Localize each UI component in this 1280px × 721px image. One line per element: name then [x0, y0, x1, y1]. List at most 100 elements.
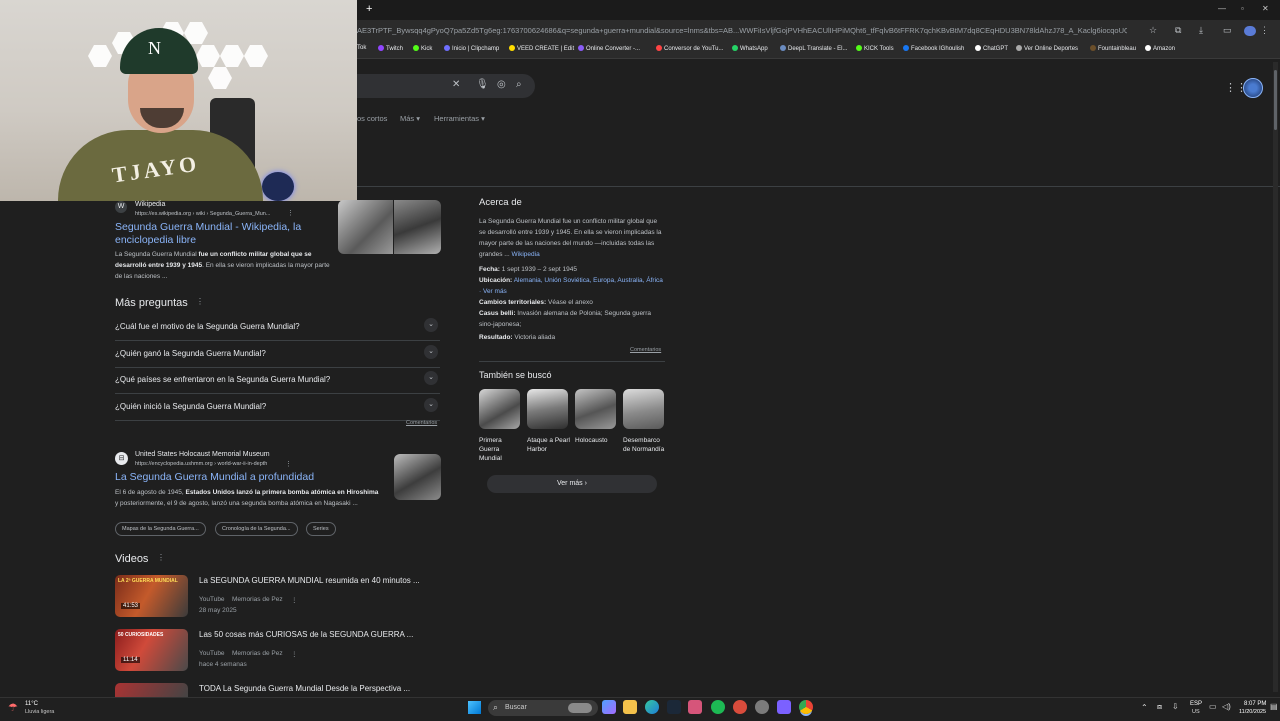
steam-icon[interactable]	[667, 700, 681, 714]
menu-icon[interactable]: ⋮	[1260, 25, 1269, 36]
settings-icon[interactable]	[755, 700, 769, 714]
profile-avatar[interactable]	[1244, 26, 1256, 36]
download-icon[interactable]: ⤓	[1199, 25, 1203, 36]
also-searched-label[interactable]: Primera Guerra Mundial	[479, 436, 523, 463]
bookmark-item[interactable]: Tok	[357, 45, 366, 51]
discord-icon[interactable]	[777, 700, 791, 714]
language-indicator[interactable]: ESP	[1190, 701, 1202, 707]
also-searched-label[interactable]: Desembarco de Normandía	[623, 436, 667, 454]
related-chip[interactable]: Mapas de la Segunda Guerra...	[115, 522, 206, 536]
tab-short-videos[interactable]: os cortos	[357, 114, 387, 123]
paa-question[interactable]: ¿Quién ganó la Segunda Guerra Mundial? ⌄	[115, 341, 440, 368]
bookmark-item[interactable]: Twitch	[378, 45, 403, 52]
result-url[interactable]: https://encyclopedia.ushmm.org › world-w…	[135, 461, 267, 467]
video-title-link[interactable]: TODA La Segunda Guerra Mundial Desde la …	[199, 684, 410, 693]
kp-feedback-link[interactable]: Comentarios	[630, 347, 661, 353]
more-options-icon[interactable]: ⋮	[291, 596, 298, 604]
tab-more[interactable]: Más ▾	[400, 114, 420, 123]
paa-feedback-link[interactable]: Comentarios	[406, 420, 437, 426]
chevron-down-icon[interactable]: ⌄	[424, 318, 438, 332]
video-title-link[interactable]: Las 50 cosas más CURIOSAS de la SEGUNDA …	[199, 630, 413, 639]
bookmark-item[interactable]: Amazon	[1145, 45, 1175, 52]
also-searched-label[interactable]: Holocausto	[575, 436, 619, 445]
video-thumbnail[interactable]: LA 2ª GUERRA MUNDIAL 41:53	[115, 575, 188, 617]
windows-start-icon[interactable]	[468, 701, 481, 714]
chevron-down-icon[interactable]: ⌄	[424, 398, 438, 412]
bookmark-item[interactable]: Inicio | Clipchamp	[444, 45, 499, 52]
also-searched-image[interactable]	[527, 389, 568, 429]
result-title-link[interactable]: Segunda Guerra Mundial - Wikipedia, la e…	[115, 221, 325, 247]
result-image[interactable]	[338, 200, 441, 254]
network-icon[interactable]: ▭	[1209, 702, 1217, 711]
also-searched-label[interactable]: Ataque a Pearl Harbor	[527, 436, 571, 454]
weather-icon[interactable]: ☂	[8, 701, 18, 714]
clear-icon[interactable]: ✕	[452, 79, 460, 90]
kp-source-link[interactable]: Wikipedia	[512, 251, 540, 258]
bookmark-item[interactable]: Fountainbleau	[1090, 45, 1136, 52]
file-explorer-icon[interactable]	[623, 700, 637, 714]
microphone-icon[interactable]: 🎙	[476, 79, 489, 90]
sidebar-icon[interactable]: ▭	[1223, 25, 1232, 36]
chevron-up-icon[interactable]: ⌃	[1141, 703, 1148, 712]
scrollbar-thumb[interactable]	[1274, 70, 1277, 130]
video-thumbnail[interactable]: 50 CURIOSIDADES 11:14	[115, 629, 188, 671]
clock-date[interactable]: 11/20/2025	[1239, 709, 1266, 715]
scrollbar[interactable]	[1273, 62, 1278, 692]
paa-question[interactable]: ¿Qué países se enfrentaron en la Segunda…	[115, 367, 440, 394]
bookmark-item[interactable]: DeepL Translate - El...	[780, 45, 847, 52]
edge-icon[interactable]	[645, 700, 659, 714]
result-image[interactable]	[394, 454, 441, 500]
about-icon[interactable]: ⋮	[196, 297, 204, 306]
extensions-icon[interactable]: ⧉	[1175, 25, 1181, 36]
more-options-icon[interactable]: ⋮	[285, 460, 292, 468]
about-icon[interactable]: ⋮	[157, 553, 165, 562]
bookmark-item[interactable]: Ver Online Deportes	[1016, 45, 1078, 52]
chevron-down-icon[interactable]: ⌄	[424, 345, 438, 359]
paa-question[interactable]: ¿Quién inició la Segunda Guerra Mundial?…	[115, 394, 440, 421]
bookmark-item[interactable]: WhatsApp	[732, 45, 768, 52]
minimize-button[interactable]: —	[1218, 4, 1226, 13]
volume-icon[interactable]: ◁)	[1222, 702, 1231, 711]
chrome-icon[interactable]	[799, 700, 813, 714]
kp-fact-link[interactable]: Victoria aliada	[514, 334, 555, 341]
notification-icon[interactable]: ▤	[1270, 702, 1278, 711]
close-window-button[interactable]: ✕	[1262, 4, 1269, 13]
new-tab-button[interactable]: +	[366, 3, 372, 15]
tab-tools[interactable]: Herramientas ▾	[434, 114, 485, 123]
bookmark-item[interactable]: Facebook IGhoulish	[903, 45, 964, 52]
url-field[interactable]: AE3TrPTF_Bywsqq4gPyoQ7pa5Zd5Tg6eg:176370…	[357, 24, 1127, 38]
paa-question[interactable]: ¿Cuál fue el motivo de la Segunda Guerra…	[115, 314, 440, 341]
account-avatar[interactable]	[1243, 78, 1263, 98]
bookmark-item[interactable]: Kick	[413, 45, 432, 52]
bookmark-item[interactable]: ChatGPT	[975, 45, 1008, 52]
clock-time[interactable]: 8:07 PM	[1244, 701, 1266, 707]
bookmark-item[interactable]: Online Converter -...	[578, 45, 640, 52]
lens-icon[interactable]: ◎	[497, 79, 506, 90]
video-title-link[interactable]: La SEGUNDA GUERRA MUNDIAL resumida en 40…	[199, 576, 420, 585]
copilot-icon[interactable]	[602, 700, 616, 714]
related-chip[interactable]: Series	[306, 522, 336, 536]
tray-icon[interactable]: ⇩	[1172, 702, 1179, 711]
also-searched-image[interactable]	[479, 389, 520, 429]
taskbar-search[interactable]: ⌕ Buscar	[488, 700, 598, 716]
related-chip[interactable]: Cronología de la Segunda...	[215, 522, 298, 536]
spotify-icon[interactable]	[711, 700, 725, 714]
weather-temp[interactable]: 11°C	[25, 701, 38, 707]
search-icon[interactable]: ⌕	[516, 79, 522, 90]
bookmark-item[interactable]: Conversor de YouTu...	[656, 45, 723, 52]
search-input[interactable]: ✕ 🎙 ◎ ⌕	[357, 74, 535, 98]
bookmark-item[interactable]: VEED CREATE | Edit	[509, 45, 574, 52]
more-options-icon[interactable]: ⋮	[287, 209, 294, 217]
app-icon[interactable]	[733, 700, 747, 714]
see-more-button[interactable]: Ver más ›	[487, 475, 657, 493]
app-icon[interactable]	[688, 700, 702, 714]
bookmark-item[interactable]: KICK Tools	[856, 45, 894, 52]
chevron-down-icon[interactable]: ⌄	[424, 371, 438, 385]
maximize-button[interactable]: ▫	[1241, 4, 1244, 13]
video-thumbnail[interactable]	[115, 683, 188, 697]
also-searched-image[interactable]	[623, 389, 664, 429]
result-url[interactable]: https://es.wikipedia.org › wiki › Segund…	[135, 211, 270, 217]
tray-icon[interactable]: ⧈	[1157, 702, 1162, 712]
more-options-icon[interactable]: ⋮	[291, 650, 298, 658]
also-searched-image[interactable]	[575, 389, 616, 429]
